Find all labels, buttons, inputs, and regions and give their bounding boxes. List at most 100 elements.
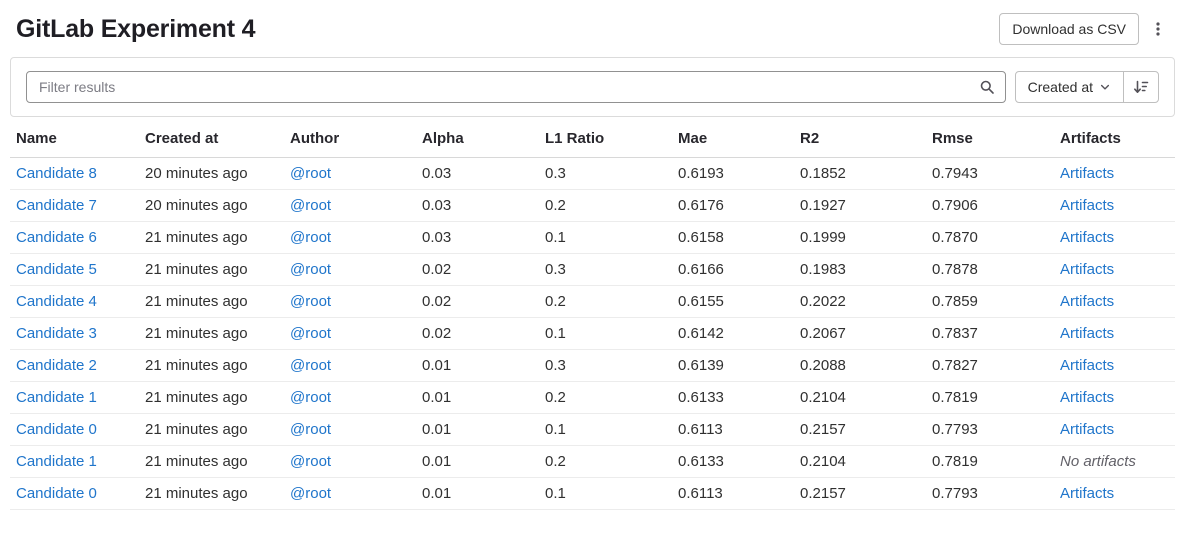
- author-link[interactable]: @root: [290, 421, 331, 438]
- search-wrap: [26, 71, 1006, 103]
- search-icon: [979, 79, 995, 95]
- artifacts-link[interactable]: Artifacts: [1060, 229, 1114, 246]
- mae-value: 0.6133: [678, 453, 724, 470]
- sort-descending-icon: [1133, 79, 1149, 95]
- created-at-text: 21 minutes ago: [145, 453, 248, 470]
- candidate-link[interactable]: Candidate 3: [16, 325, 97, 342]
- alpha-value: 0.03: [422, 229, 451, 246]
- created-at-text: 21 minutes ago: [145, 421, 248, 438]
- sort-by-dropdown[interactable]: Created at: [1015, 71, 1124, 103]
- rmse-value: 0.7906: [932, 197, 978, 214]
- mae-value: 0.6139: [678, 357, 724, 374]
- r2-value: 0.1927: [800, 197, 846, 214]
- r2-value: 0.2157: [800, 485, 846, 502]
- candidate-link[interactable]: Candidate 1: [16, 453, 97, 470]
- artifacts-link[interactable]: Artifacts: [1060, 293, 1114, 310]
- table-row: Candidate 720 minutes ago@root0.030.20.6…: [10, 190, 1175, 222]
- author-link[interactable]: @root: [290, 261, 331, 278]
- l1-ratio-value: 0.1: [545, 325, 566, 342]
- mae-value: 0.6142: [678, 325, 724, 342]
- candidate-link[interactable]: Candidate 8: [16, 165, 97, 182]
- author-link[interactable]: @root: [290, 165, 331, 182]
- mae-value: 0.6133: [678, 389, 724, 406]
- rmse-value: 0.7878: [932, 261, 978, 278]
- table-row: Candidate 121 minutes ago@root0.010.20.6…: [10, 446, 1175, 478]
- candidate-link[interactable]: Candidate 7: [16, 197, 97, 214]
- rmse-value: 0.7793: [932, 421, 978, 438]
- no-artifacts-text: No artifacts: [1060, 453, 1136, 470]
- author-link[interactable]: @root: [290, 229, 331, 246]
- artifacts-link[interactable]: Artifacts: [1060, 421, 1114, 438]
- l1-ratio-value: 0.3: [545, 357, 566, 374]
- table-row: Candidate 421 minutes ago@root0.020.20.6…: [10, 286, 1175, 318]
- artifacts-link[interactable]: Artifacts: [1060, 357, 1114, 374]
- rmse-value: 0.7819: [932, 453, 978, 470]
- author-link[interactable]: @root: [290, 325, 331, 342]
- candidate-link[interactable]: Candidate 2: [16, 357, 97, 374]
- more-actions-button[interactable]: [1145, 13, 1171, 45]
- r2-value: 0.2022: [800, 293, 846, 310]
- download-csv-button[interactable]: Download as CSV: [999, 13, 1139, 45]
- author-link[interactable]: @root: [290, 357, 331, 374]
- candidate-link[interactable]: Candidate 5: [16, 261, 97, 278]
- r2-value: 0.2157: [800, 421, 846, 438]
- mae-value: 0.6113: [678, 421, 723, 438]
- alpha-value: 0.02: [422, 325, 451, 342]
- l1-ratio-value: 0.3: [545, 261, 566, 278]
- table-row: Candidate 621 minutes ago@root0.030.10.6…: [10, 222, 1175, 254]
- artifacts-link[interactable]: Artifacts: [1060, 165, 1114, 182]
- page-container: GitLab Experiment 4 Download as CSV: [0, 0, 1185, 510]
- alpha-value: 0.01: [422, 357, 451, 374]
- artifacts-link[interactable]: Artifacts: [1060, 325, 1114, 342]
- created-at-text: 21 minutes ago: [145, 261, 248, 278]
- filter-results-input[interactable]: [26, 71, 1006, 103]
- header-actions: Download as CSV: [999, 13, 1171, 45]
- l1-ratio-value: 0.1: [545, 421, 566, 438]
- mae-value: 0.6176: [678, 197, 724, 214]
- rmse-value: 0.7793: [932, 485, 978, 502]
- sort-direction-button[interactable]: [1123, 71, 1159, 103]
- column-header-mae: Mae: [678, 117, 800, 158]
- created-at-text: 20 minutes ago: [145, 165, 248, 182]
- candidate-link[interactable]: Candidate 4: [16, 293, 97, 310]
- author-link[interactable]: @root: [290, 293, 331, 310]
- table-row: Candidate 521 minutes ago@root0.020.30.6…: [10, 254, 1175, 286]
- chevron-down-icon: [1099, 81, 1111, 93]
- rmse-value: 0.7859: [932, 293, 978, 310]
- author-link[interactable]: @root: [290, 485, 331, 502]
- artifacts-link[interactable]: Artifacts: [1060, 197, 1114, 214]
- artifacts-link[interactable]: Artifacts: [1060, 389, 1114, 406]
- mae-value: 0.6166: [678, 261, 724, 278]
- column-header-r2: R2: [800, 117, 932, 158]
- page-title: GitLab Experiment 4: [16, 15, 255, 44]
- author-link[interactable]: @root: [290, 389, 331, 406]
- table-row: Candidate 121 minutes ago@root0.010.20.6…: [10, 382, 1175, 414]
- search-button[interactable]: [972, 73, 1002, 101]
- rmse-value: 0.7943: [932, 165, 978, 182]
- created-at-text: 21 minutes ago: [145, 389, 248, 406]
- created-at-text: 21 minutes ago: [145, 229, 248, 246]
- alpha-value: 0.03: [422, 197, 451, 214]
- table-row: Candidate 321 minutes ago@root0.020.10.6…: [10, 318, 1175, 350]
- created-at-text: 21 minutes ago: [145, 293, 248, 310]
- candidate-link[interactable]: Candidate 1: [16, 389, 97, 406]
- column-header-rmse: Rmse: [932, 117, 1060, 158]
- alpha-value: 0.03: [422, 165, 451, 182]
- author-link[interactable]: @root: [290, 197, 331, 214]
- candidate-link[interactable]: Candidate 6: [16, 229, 97, 246]
- column-header-artifacts: Artifacts: [1060, 117, 1175, 158]
- rmse-value: 0.7870: [932, 229, 978, 246]
- sort-controls: Created at: [1015, 71, 1159, 103]
- l1-ratio-value: 0.3: [545, 165, 566, 182]
- mae-value: 0.6193: [678, 165, 724, 182]
- page-header: GitLab Experiment 4 Download as CSV: [10, 0, 1175, 57]
- candidate-link[interactable]: Candidate 0: [16, 421, 97, 438]
- r2-value: 0.1983: [800, 261, 846, 278]
- candidate-link[interactable]: Candidate 0: [16, 485, 97, 502]
- artifacts-link[interactable]: Artifacts: [1060, 261, 1114, 278]
- artifacts-link[interactable]: Artifacts: [1060, 485, 1114, 502]
- alpha-value: 0.01: [422, 421, 451, 438]
- r2-value: 0.2067: [800, 325, 846, 342]
- author-link[interactable]: @root: [290, 453, 331, 470]
- l1-ratio-value: 0.2: [545, 197, 566, 214]
